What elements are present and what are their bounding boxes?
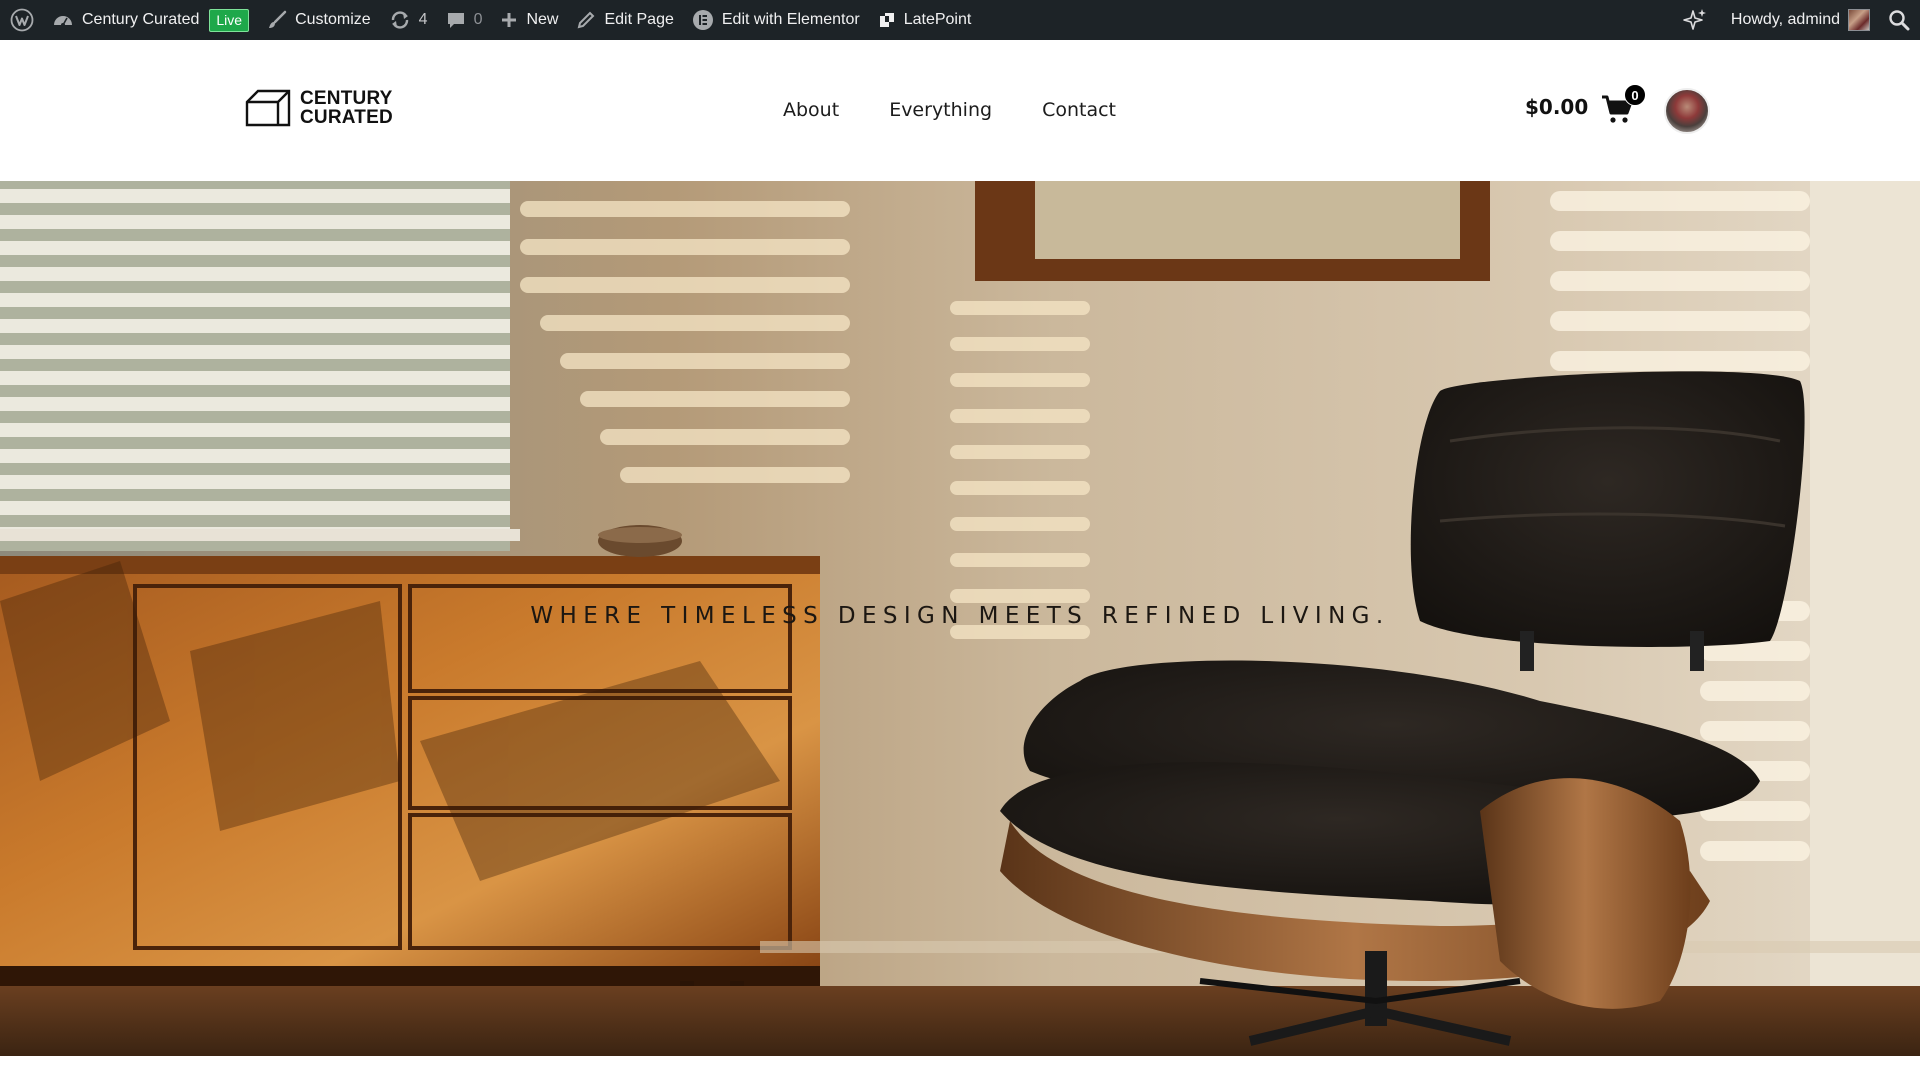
updates-link[interactable]: 4 bbox=[380, 0, 437, 40]
nav-item-contact[interactable]: Contact bbox=[1042, 99, 1116, 121]
comments-link[interactable]: 0 bbox=[437, 0, 492, 40]
site-header: CENTURY CURATED About Everything Contact… bbox=[0, 40, 1920, 181]
ai-assistant-button[interactable] bbox=[1673, 0, 1717, 40]
pencil-icon bbox=[576, 10, 596, 30]
main-navigation: About Everything Contact bbox=[783, 90, 1166, 130]
wordpress-menu[interactable] bbox=[0, 0, 43, 40]
updates-count: 4 bbox=[418, 11, 428, 28]
howdy-label: Howdy, admind bbox=[1730, 11, 1840, 28]
customize-link[interactable]: Customize bbox=[258, 0, 380, 40]
site-name-label: Century Curated bbox=[82, 11, 200, 28]
sparkle-icon bbox=[1682, 7, 1708, 33]
cart-count-badge: 0 bbox=[1624, 84, 1646, 106]
cart-total[interactable]: $0.00 bbox=[1525, 95, 1588, 119]
new-content-menu[interactable]: New bbox=[491, 0, 567, 40]
edit-elementor-label: Edit with Elementor bbox=[721, 11, 860, 28]
customize-label: Customize bbox=[295, 11, 371, 28]
plus-icon bbox=[500, 11, 518, 29]
user-avatar[interactable] bbox=[1664, 88, 1710, 134]
admin-search-button[interactable] bbox=[1879, 0, 1920, 40]
nav-item-everything[interactable]: Everything bbox=[889, 99, 992, 121]
admin-bar-secondary: Howdy, admind bbox=[1673, 0, 1920, 40]
edit-page-label: Edit Page bbox=[604, 11, 674, 28]
comments-count: 0 bbox=[473, 11, 483, 28]
live-badge: Live bbox=[209, 8, 250, 32]
site-name-menu[interactable]: Century Curated Live bbox=[43, 0, 258, 40]
box-logo-icon bbox=[245, 89, 291, 127]
site-logo[interactable]: CENTURY CURATED bbox=[244, 88, 393, 128]
new-label: New bbox=[526, 11, 559, 28]
dashboard-icon bbox=[52, 11, 74, 29]
my-account-menu[interactable]: Howdy, admind bbox=[1717, 0, 1879, 40]
search-icon bbox=[1888, 9, 1910, 31]
brush-icon bbox=[267, 10, 287, 30]
latepoint-icon bbox=[878, 11, 896, 29]
wordpress-icon bbox=[10, 8, 34, 32]
hero-tagline: WHERE TIMELESS DESIGN MEETS REFINED LIVI… bbox=[530, 603, 1390, 629]
edit-elementor-link[interactable]: Edit with Elementor bbox=[683, 0, 869, 40]
update-icon bbox=[389, 10, 411, 30]
latepoint-link[interactable]: LatePoint bbox=[869, 0, 981, 40]
elementor-icon bbox=[692, 9, 714, 31]
logo-line-2: CURATED bbox=[300, 107, 393, 128]
admin-avatar bbox=[1848, 9, 1870, 31]
nav-item-about[interactable]: About bbox=[783, 99, 839, 121]
hero-section: WHERE TIMELESS DESIGN MEETS REFINED LIVI… bbox=[0, 181, 1920, 1056]
edit-page-link[interactable]: Edit Page bbox=[567, 0, 682, 40]
latepoint-label: LatePoint bbox=[903, 11, 972, 28]
admin-bar: Century Curated Live Customize 4 0 New E… bbox=[0, 0, 1920, 40]
logo-line-1: CENTURY bbox=[300, 88, 393, 109]
comment-icon bbox=[446, 10, 466, 30]
logo-wordmark: CENTURY CURATED bbox=[300, 89, 393, 127]
